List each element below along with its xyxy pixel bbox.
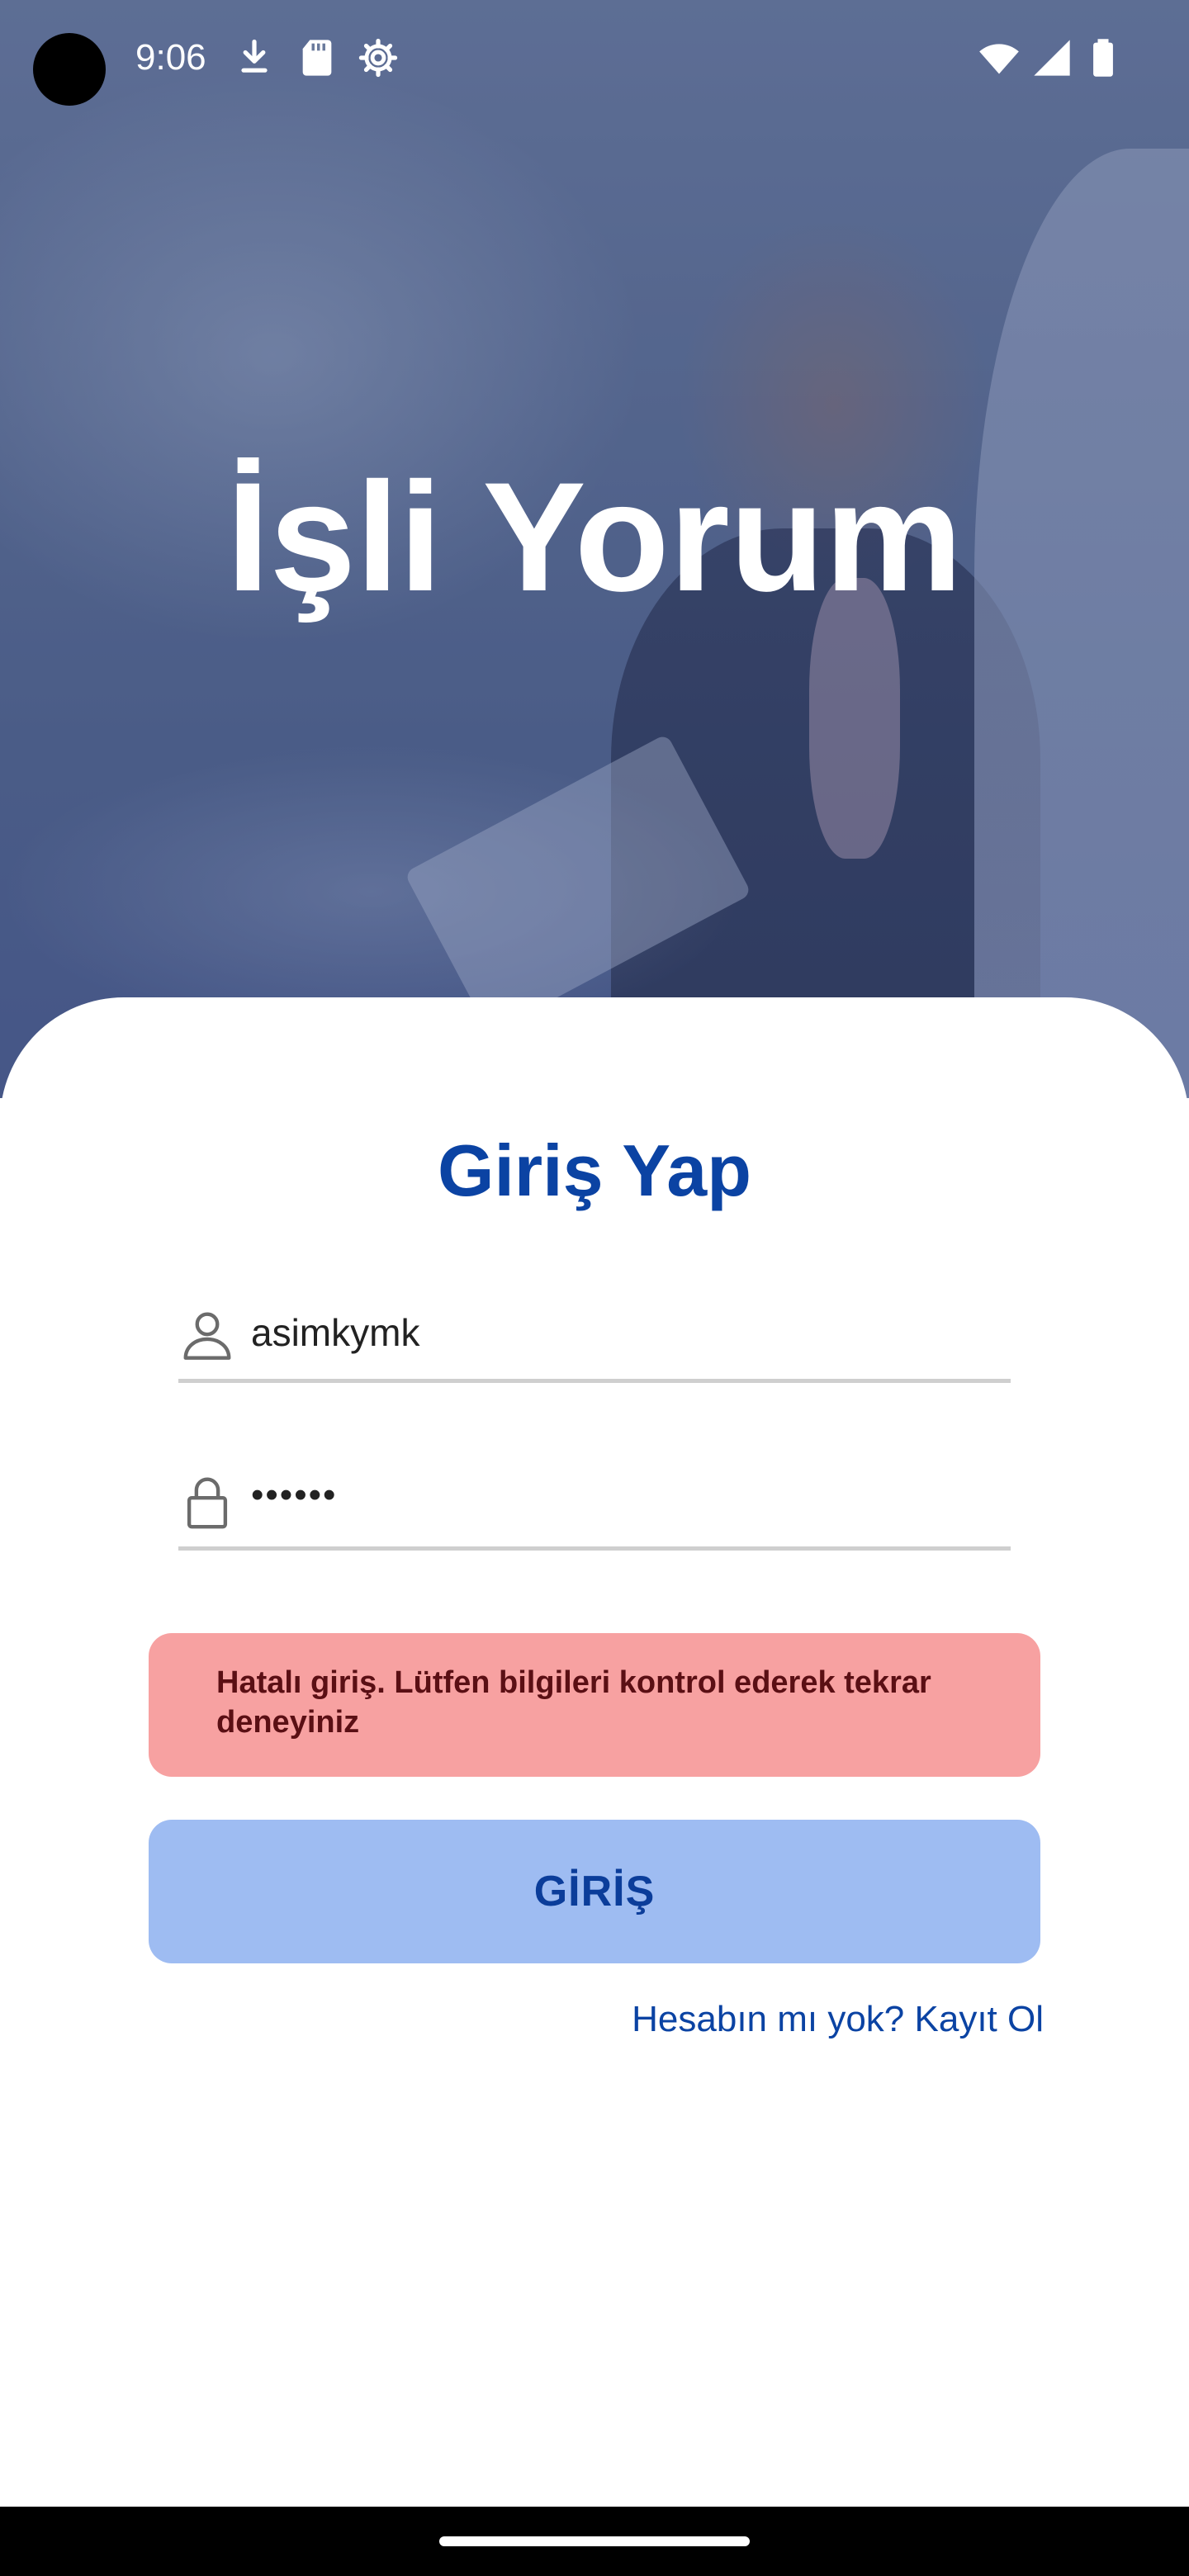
- signal-icon: [1030, 36, 1073, 79]
- home-indicator[interactable]: [439, 2536, 750, 2546]
- status-time: 9:06: [135, 37, 206, 78]
- camera-cutout: [33, 33, 106, 106]
- username-field[interactable]: asimkymk: [178, 1288, 1011, 1383]
- settings-icon: [357, 36, 400, 79]
- user-icon: [178, 1306, 236, 1364]
- sd-card-icon: [296, 36, 339, 79]
- password-field[interactable]: ••••••: [178, 1456, 1011, 1551]
- app-title: İşli Yorum: [226, 450, 963, 623]
- password-value: ••••••: [251, 1475, 338, 1515]
- login-card: Giriş Yap asimkymk •••••• Hatalı giriş. …: [0, 997, 1189, 2510]
- navigation-bar: [0, 2507, 1189, 2576]
- login-button[interactable]: GİRİŞ: [149, 1820, 1040, 1963]
- login-heading: Giriş Yap: [438, 1129, 751, 1211]
- status-bar: 9:06: [0, 0, 1189, 116]
- error-message: Hatalı giriş. Lütfen bilgileri kontrol e…: [149, 1633, 1040, 1777]
- username-value: asimkymk: [251, 1311, 420, 1354]
- lock-icon: [178, 1474, 236, 1532]
- wifi-icon: [978, 36, 1021, 79]
- battery-icon: [1082, 36, 1125, 79]
- register-link[interactable]: Hesabın mı yok? Kayıt Ol: [632, 1996, 1044, 2043]
- download-icon: [233, 36, 276, 79]
